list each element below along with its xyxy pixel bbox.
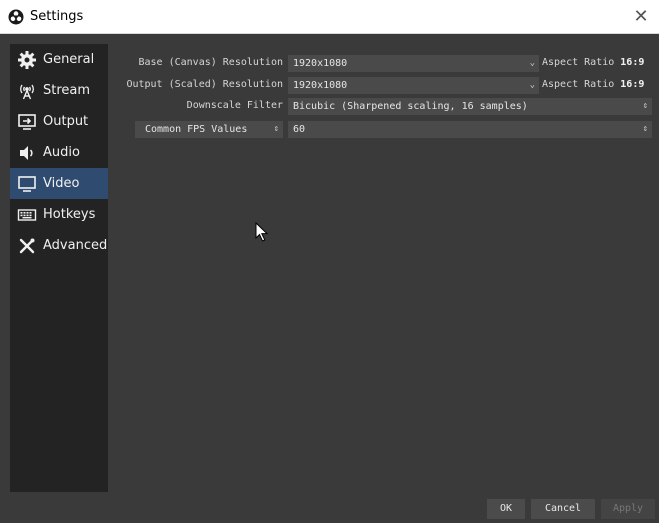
monitor-icon	[16, 174, 38, 194]
obs-logo-icon	[8, 9, 24, 25]
sidebar-item-advanced[interactable]: Advanced	[10, 230, 108, 261]
sidebar-item-hotkeys[interactable]: Hotkeys	[10, 199, 108, 230]
settings-body: General Stream Output Audio Video Hotkey…	[0, 34, 659, 523]
spinner-arrows-icon: ⇕	[642, 124, 648, 134]
window-title: Settings	[30, 9, 84, 24]
sidebar-item-label: Audio	[43, 145, 80, 160]
output-resolution-label: Output (Scaled) Resolution	[126, 79, 283, 90]
sidebar-item-output[interactable]: Output	[10, 106, 108, 137]
fps-type-select[interactable]: Common FPS Values ⇕	[135, 121, 283, 138]
base-aspect-ratio: Aspect Ratio 16:9	[542, 57, 645, 68]
cancel-button[interactable]: Cancel	[531, 499, 595, 519]
sidebar-item-video[interactable]: Video	[10, 168, 108, 199]
fps-value: 60	[293, 124, 306, 135]
output-aspect-ratio: Aspect Ratio 16:9	[542, 79, 645, 90]
broadcast-icon	[16, 81, 38, 101]
downscale-filter-row: Downscale Filter Bicubic (Sharpened scal…	[108, 98, 659, 116]
output-icon	[16, 112, 38, 132]
fps-value-select[interactable]: 60 ⇕	[288, 121, 652, 138]
apply-button[interactable]: Apply	[601, 499, 655, 519]
output-resolution-combobox[interactable]: 1920x1080 ⌄	[288, 77, 539, 94]
speaker-icon	[16, 143, 38, 163]
title-bar: Settings ✕	[0, 0, 659, 34]
downscale-filter-label: Downscale Filter	[186, 100, 283, 111]
downscale-filter-value: Bicubic (Sharpened scaling, 16 samples)	[293, 101, 528, 112]
settings-sidebar: General Stream Output Audio Video Hotkey…	[10, 44, 108, 492]
sidebar-item-label: Output	[43, 114, 89, 129]
sidebar-item-label: General	[43, 52, 95, 67]
chevron-down-icon: ⌄	[529, 80, 535, 90]
spinner-arrows-icon: ⇕	[642, 101, 648, 111]
output-resolution-row: Output (Scaled) Resolution 1920x1080 ⌄ A…	[108, 77, 659, 95]
base-resolution-row: Base (Canvas) Resolution 1920x1080 ⌄ Asp…	[108, 55, 659, 73]
keyboard-icon	[16, 205, 38, 225]
sidebar-item-label: Advanced	[43, 238, 108, 253]
gear-icon	[16, 50, 38, 70]
sidebar-item-label: Hotkeys	[43, 207, 96, 222]
tools-icon	[16, 236, 38, 256]
sidebar-item-label: Video	[43, 176, 80, 191]
sidebar-item-label: Stream	[43, 83, 91, 98]
downscale-filter-select[interactable]: Bicubic (Sharpened scaling, 16 samples) …	[288, 98, 652, 115]
chevron-down-icon: ⌄	[529, 58, 535, 68]
base-resolution-combobox[interactable]: 1920x1080 ⌄	[288, 55, 539, 72]
sidebar-item-audio[interactable]: Audio	[10, 137, 108, 168]
fps-type-value: Common FPS Values	[145, 124, 248, 135]
sidebar-item-general[interactable]: General	[10, 44, 108, 75]
ok-button[interactable]: OK	[487, 499, 525, 519]
base-resolution-label: Base (Canvas) Resolution	[138, 57, 284, 68]
sidebar-item-stream[interactable]: Stream	[10, 75, 108, 106]
mouse-cursor-icon	[255, 222, 269, 242]
spinner-arrows-icon: ⇕	[273, 124, 279, 134]
close-icon[interactable]: ✕	[629, 5, 653, 29]
base-resolution-value: 1920x1080	[293, 58, 348, 69]
fps-row: Common FPS Values ⇕ 60 ⇕	[108, 121, 659, 139]
output-resolution-value: 1920x1080	[293, 80, 348, 91]
